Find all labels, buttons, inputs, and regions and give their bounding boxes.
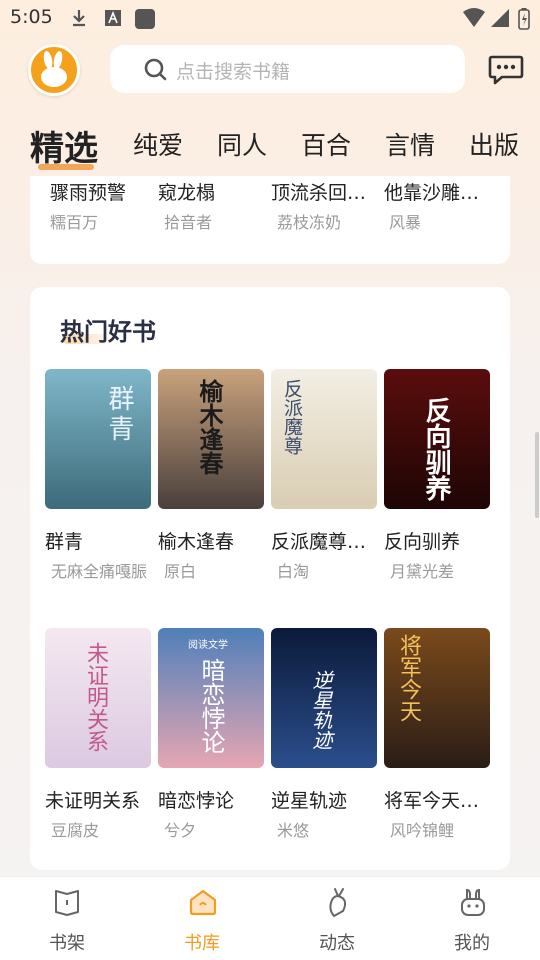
- search-placeholder: 点击搜索书籍: [176, 61, 291, 83]
- app-logo[interactable]: [28, 44, 80, 96]
- signal-icon: [491, 9, 509, 27]
- font-icon: [105, 10, 121, 26]
- nav-activity[interactable]: 动态: [287, 877, 387, 960]
- book-cover[interactable]: 榆木逢春: [158, 369, 264, 509]
- book-title[interactable]: 榆木逢春: [158, 527, 264, 554]
- rabbit-icon: [461, 888, 485, 916]
- radish-icon: [329, 888, 347, 917]
- book-title[interactable]: 窥龙榻: [158, 178, 263, 205]
- library-icon: [189, 889, 217, 916]
- book-cover[interactable]: 逆星轨迹: [271, 628, 377, 768]
- book-title[interactable]: 骤雨预警: [50, 178, 150, 205]
- tab-romance[interactable]: 言情: [385, 126, 435, 162]
- search-bar[interactable]: 点击搜索书籍: [110, 45, 465, 93]
- book-cover[interactable]: 群青: [45, 369, 151, 509]
- tab-yuri[interactable]: 百合: [301, 126, 351, 162]
- cover-title: 反派魔尊: [281, 379, 303, 455]
- book-author: 荔枝冻奶: [277, 213, 342, 232]
- status-bar: 5:05: [0, 0, 540, 36]
- download-icon: [73, 10, 85, 27]
- book-author: 兮夕: [164, 821, 197, 840]
- app-icon: [135, 9, 155, 29]
- tab-featured[interactable]: 精选: [30, 121, 98, 170]
- cover-publisher: 阅读文学: [188, 640, 228, 651]
- message-icon[interactable]: [488, 53, 524, 87]
- book-title[interactable]: 逆星轨迹: [271, 786, 377, 813]
- cover-title: 榆木逢春: [195, 379, 224, 475]
- book-title[interactable]: 顶流杀回…: [271, 178, 376, 205]
- book-author: 原白: [164, 562, 197, 581]
- book-author: 糯百万: [50, 213, 99, 232]
- book-cover[interactable]: 将军今天: [384, 628, 490, 768]
- cover-title: 逆星轨迹: [309, 670, 333, 750]
- book-cover[interactable]: 反派魔尊: [271, 369, 377, 509]
- book-title[interactable]: 暗恋悖论: [158, 786, 264, 813]
- scrollbar[interactable]: [535, 432, 539, 518]
- cover-title: 暗恋悖论: [197, 658, 225, 754]
- tab-published[interactable]: 出版: [469, 126, 519, 162]
- book-author: 白淘: [277, 562, 310, 581]
- book-cover[interactable]: 未证明关系: [45, 628, 151, 768]
- cover-title: 群青: [104, 385, 134, 445]
- nav-bookshelf[interactable]: 书架: [17, 877, 117, 960]
- search-icon: [144, 58, 167, 81]
- book-title[interactable]: 反向驯养: [384, 527, 490, 554]
- cover-title: 将军今天: [396, 634, 421, 722]
- book-icon: [55, 890, 79, 916]
- cover-title: 反向驯养: [421, 397, 451, 501]
- bottom-nav: 书架 书库 动态 我的: [0, 876, 540, 960]
- book-title[interactable]: 未证明关系: [45, 786, 151, 813]
- book-author: 无麻全痛嘎脤: [51, 562, 148, 581]
- book-title[interactable]: 他靠沙雕…: [384, 178, 489, 205]
- tab-fanfic[interactable]: 同人: [217, 126, 267, 162]
- book-author: 月黛光差: [390, 562, 455, 581]
- book-author: 风吟锦鲤: [390, 821, 455, 840]
- nav-label: 书架: [49, 933, 85, 954]
- book-title[interactable]: 反派魔尊…: [271, 527, 377, 554]
- book-cover[interactable]: 阅读文学 暗恋悖论: [158, 628, 264, 768]
- book-author: 米悠: [277, 821, 310, 840]
- book-author: 风暴: [389, 213, 422, 232]
- wifi-icon: [463, 8, 485, 27]
- book-author: 拾音者: [164, 213, 213, 232]
- tab-active-indicator: [38, 164, 94, 170]
- nav-label: 书库: [184, 933, 220, 954]
- book-title[interactable]: 将军今天…: [384, 786, 490, 813]
- rabbit-logo-icon: [41, 51, 67, 87]
- cover-title: 未证明关系: [83, 642, 108, 752]
- battery-icon: [518, 8, 530, 30]
- tab-pure-love[interactable]: 纯爱: [133, 126, 183, 162]
- section-title: 热门好书: [60, 318, 156, 346]
- nav-profile[interactable]: 我的: [422, 877, 522, 960]
- status-time: 5:05: [10, 6, 53, 28]
- book-author: 豆腐皮: [51, 821, 100, 840]
- book-cover[interactable]: 反向驯养: [384, 369, 490, 509]
- nav-library[interactable]: 书库: [152, 877, 252, 960]
- book-title[interactable]: 群青: [45, 527, 151, 554]
- nav-label: 我的: [454, 933, 490, 954]
- nav-label: 动态: [319, 933, 355, 954]
